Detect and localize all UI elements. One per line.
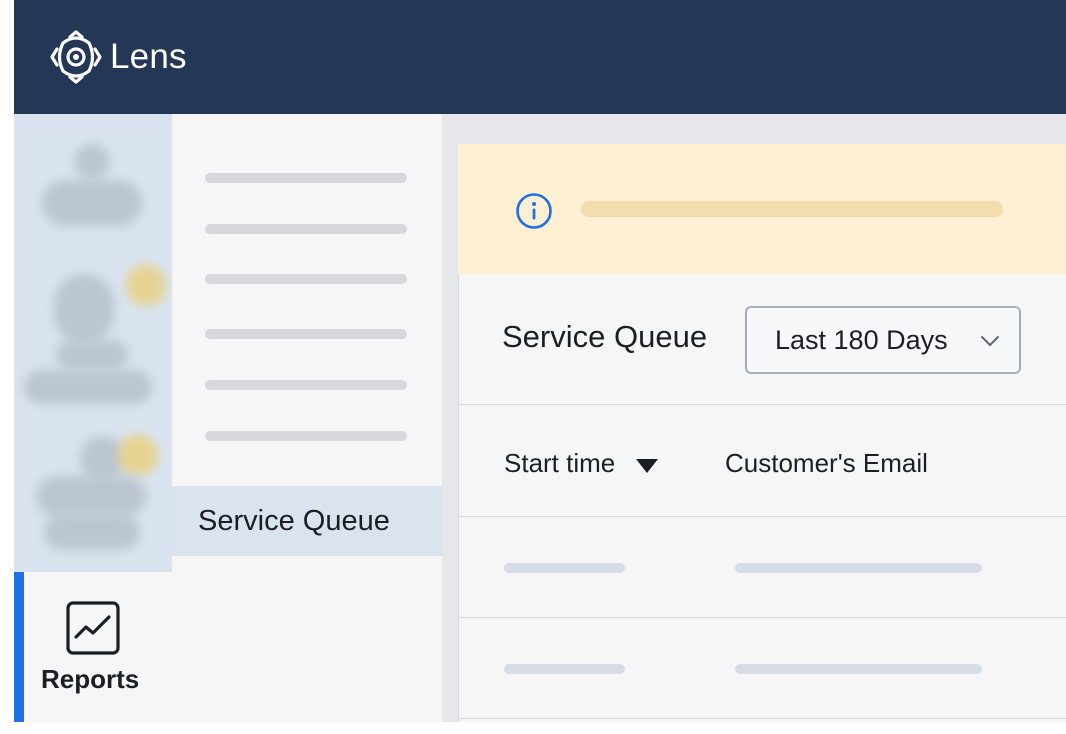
menu-item-placeholder[interactable] xyxy=(205,380,407,390)
app-name: Lens xyxy=(110,37,187,76)
app-window: Lens Reports Service Queue Service Queue… xyxy=(14,0,1066,722)
service-queue-panel: Service Queue Last 180 Days Start time C… xyxy=(458,274,1066,722)
cell-placeholder xyxy=(504,563,625,573)
menu-item-placeholder[interactable] xyxy=(205,173,407,183)
top-header: Lens xyxy=(14,0,1066,114)
lens-logo-icon xyxy=(50,30,102,84)
chevron-down-icon xyxy=(981,336,999,346)
cell-placeholder xyxy=(504,664,625,674)
reports-chart-icon xyxy=(66,601,120,655)
cell-placeholder xyxy=(735,563,982,573)
table-row[interactable] xyxy=(459,618,1066,719)
info-banner xyxy=(458,144,1066,274)
column-label: Start time xyxy=(504,448,616,478)
active-indicator xyxy=(14,572,24,722)
column-header-start-time[interactable]: Start time xyxy=(504,448,659,479)
menu-item-service-queue[interactable]: Service Queue xyxy=(172,486,442,556)
data-table: Start time Customer's Email xyxy=(459,404,1066,722)
menu-item-placeholder[interactable] xyxy=(205,431,407,441)
menu-item-placeholder[interactable] xyxy=(205,224,407,234)
rail-obscured-items xyxy=(14,114,172,572)
banner-message-placeholder xyxy=(581,201,1003,217)
table-header: Start time Customer's Email xyxy=(459,404,1066,517)
date-range-dropdown[interactable]: Last 180 Days xyxy=(745,306,1021,374)
menu-item-placeholder[interactable] xyxy=(205,329,407,339)
date-range-value: Last 180 Days xyxy=(775,325,948,355)
cell-placeholder xyxy=(735,664,982,674)
rail-item-reports[interactable]: Reports xyxy=(14,572,172,722)
page-title: Service Queue xyxy=(502,319,708,354)
sort-desc-icon[interactable] xyxy=(635,458,659,474)
column-header-customer-email[interactable]: Customer's Email xyxy=(725,448,928,479)
secondary-menu: Service Queue xyxy=(172,114,442,722)
info-icon xyxy=(516,193,552,229)
icon-rail: Reports xyxy=(14,114,172,722)
main-content: Service Queue Last 180 Days Start time C… xyxy=(442,114,1066,722)
table-row[interactable] xyxy=(459,517,1066,618)
menu-item-placeholder[interactable] xyxy=(205,274,407,284)
rail-item-label: Reports xyxy=(41,664,140,694)
